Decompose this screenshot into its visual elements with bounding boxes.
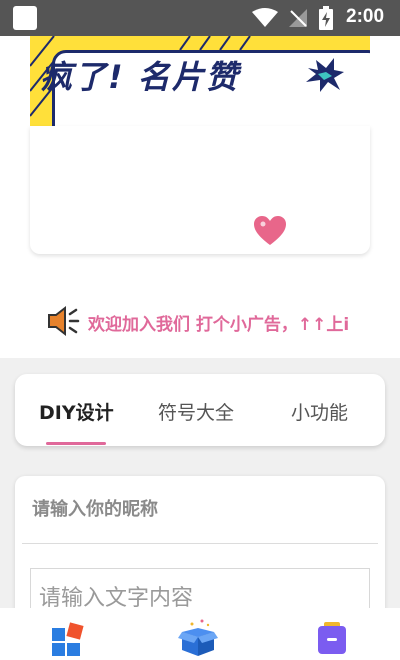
- app-screen: 2:00 疯了! 名片赞 欢迎加入我们 打个小广告，↑↑上i DIY设计 符号大…: [0, 0, 400, 660]
- wifi-icon: [252, 8, 278, 27]
- tool-icon[interactable]: [312, 618, 352, 658]
- marquee-text: 欢迎加入我们 打个小广告，↑↑上i: [88, 315, 350, 335]
- nickname-label[interactable]: 请输入你的昵称: [32, 495, 158, 521]
- battery-icon: [319, 6, 333, 30]
- no-signal-icon: [289, 9, 307, 27]
- tab-small-tools[interactable]: 小功能: [291, 398, 348, 425]
- banner-card: [30, 126, 370, 254]
- speaker-icon: [48, 305, 80, 337]
- status-bar: 2:00: [0, 0, 400, 36]
- tab-diy-design[interactable]: DIY设计: [39, 398, 114, 425]
- gift-box-icon[interactable]: [178, 618, 218, 658]
- burst-icon: [306, 58, 344, 92]
- heart-icon[interactable]: [254, 216, 286, 246]
- diy-icon[interactable]: [48, 618, 88, 658]
- tab-symbols[interactable]: 符号大全: [158, 398, 234, 425]
- tab-active-indicator: [46, 442, 106, 445]
- divider: [22, 543, 378, 544]
- status-time: 2:00: [346, 6, 385, 27]
- banner-title: 疯了! 名片赞: [40, 58, 240, 96]
- app-icon: [13, 6, 37, 30]
